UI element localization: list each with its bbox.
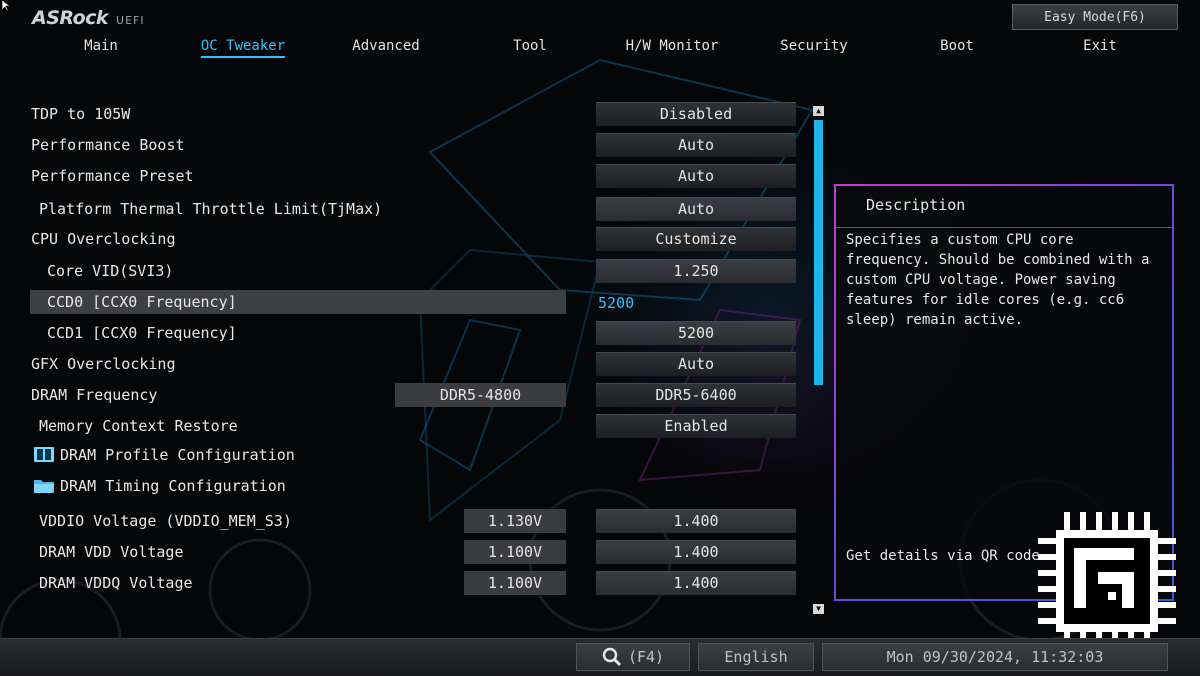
description-line: frequency. Should be combined with a [846, 252, 1150, 268]
setting-label: Performance Preset [31, 167, 194, 185]
search-shortcut: (F4) [627, 648, 665, 666]
setting-value[interactable]: 1.250 [596, 259, 796, 283]
setting-label: Core VID(SVI3) [47, 262, 174, 280]
setting-value[interactable]: Auto [596, 164, 796, 188]
setting-ccd0-frequency[interactable]: CCD0 [CCX0 Frequency] 5200 [0, 290, 810, 316]
setting-value[interactable]: DDR5-6400 [596, 383, 796, 407]
settings-scrollbar[interactable]: ▲ ▼ [813, 106, 824, 614]
qr-code-chip-icon [1038, 512, 1176, 650]
setting-dram-frequency[interactable]: DRAM Frequency DDR5-4800 DDR5-6400 [0, 383, 810, 409]
folder-icon [34, 480, 54, 493]
setting-value[interactable]: Auto [596, 133, 796, 157]
brand-name: ASRock [32, 7, 109, 29]
setting-tdp-105w[interactable]: TDP to 105W Disabled [0, 102, 810, 128]
current-value: 1.100V [464, 571, 566, 595]
setting-value[interactable]: Enabled [596, 414, 796, 438]
tab-exit[interactable]: Exit [1083, 38, 1117, 54]
qr-code-hint: Get details via QR code. [846, 548, 1049, 564]
tab-boot[interactable]: Boot [940, 38, 974, 54]
setting-value[interactable]: 1.400 [596, 571, 796, 595]
setting-cpu-overclocking[interactable]: CPU Overclocking Customize [0, 227, 810, 253]
current-value: 1.130V [464, 509, 566, 533]
setting-value[interactable]: 1.400 [596, 540, 796, 564]
tab-tool[interactable]: Tool [513, 38, 547, 54]
current-value: 1.100V [464, 540, 566, 564]
setting-vddio-voltage[interactable]: VDDIO Voltage (VDDIO_MEM_S3) 1.130V 1.40… [0, 509, 810, 535]
setting-label: TDP to 105W [31, 105, 131, 123]
setting-performance-boost[interactable]: Performance Boost Auto [0, 133, 810, 159]
setting-thermal-throttle-limit[interactable]: Platform Thermal Throttle Limit(TjMax) A… [0, 197, 810, 223]
setting-label: DRAM Frequency [31, 386, 158, 404]
setting-value[interactable]: Customize [596, 227, 796, 251]
setting-value[interactable]: Disabled [596, 102, 796, 126]
description-line: custom CPU voltage. Power saving [846, 272, 1116, 288]
setting-label: DRAM VDDQ Voltage [39, 574, 193, 592]
setting-label: DRAM Profile Configuration [60, 446, 295, 464]
setting-core-vid[interactable]: Core VID(SVI3) 1.250 [0, 259, 810, 285]
setting-value[interactable]: Auto [596, 197, 796, 221]
scroll-up-arrow-icon[interactable]: ▲ [813, 106, 824, 116]
description-line: features for idle cores (e.g. cc6 [846, 292, 1125, 308]
setting-label: DRAM Timing Configuration [60, 477, 286, 495]
setting-label: CCD1 [CCX0 Frequency] [47, 324, 237, 342]
setting-memory-context-restore[interactable]: Memory Context Restore Enabled [0, 414, 810, 440]
tab-main[interactable]: Main [84, 38, 118, 54]
easy-mode-button[interactable]: Easy Mode(F6) [1012, 4, 1178, 30]
search-icon [602, 647, 621, 667]
setting-dram-vddq-voltage[interactable]: DRAM VDDQ Voltage 1.100V 1.400 [0, 571, 810, 597]
tab-hw-monitor[interactable]: H/W Monitor [626, 38, 719, 54]
setting-label: GFX Overclocking [31, 355, 176, 373]
setting-value[interactable]: 1.400 [596, 509, 796, 533]
setting-dram-vdd-voltage[interactable]: DRAM VDD Voltage 1.100V 1.400 [0, 540, 810, 566]
tab-oc-tweaker[interactable]: OC Tweaker [200, 38, 286, 58]
setting-label: Platform Thermal Throttle Limit(TjMax) [39, 200, 383, 218]
description-body: Specifies a custom CPU core frequency. S… [846, 230, 1164, 330]
footer-bar: (F4) English Mon 09/30/2024, 11:32:03 [0, 638, 1200, 676]
scrollbar-thumb[interactable] [814, 120, 823, 385]
language-button[interactable]: English [698, 643, 814, 671]
setting-gfx-overclocking[interactable]: GFX Overclocking Auto [0, 352, 810, 378]
setting-value-input[interactable]: 5200 [598, 292, 798, 316]
setting-performance-preset[interactable]: Performance Preset Auto [0, 164, 810, 190]
submenu-dram-timing-configuration[interactable]: DRAM Timing Configuration [0, 474, 810, 500]
setting-label: VDDIO Voltage (VDDIO_MEM_S3) [39, 512, 292, 530]
datetime-display: Mon 09/30/2024, 11:32:03 [822, 643, 1168, 671]
asrock-logo: ASRock UEFI [32, 7, 145, 29]
book-icon [34, 447, 54, 462]
tab-advanced[interactable]: Advanced [352, 38, 419, 54]
tab-security[interactable]: Security [780, 38, 847, 54]
description-divider [836, 227, 1172, 228]
description-title: Description [866, 196, 966, 214]
setting-value[interactable]: Auto [596, 352, 796, 376]
scroll-down-arrow-icon[interactable]: ▼ [813, 604, 824, 614]
mouse-cursor-icon [2, 0, 10, 12]
main-menu: Main OC Tweaker Advanced Tool H/W Monito… [0, 38, 1200, 60]
uefi-label: UEFI [116, 13, 145, 27]
setting-ccd1-frequency[interactable]: CCD1 [CCX0 Frequency] 5200 [0, 321, 810, 347]
description-line: sleep) remain active. [846, 312, 1024, 328]
setting-label: DRAM VDD Voltage [39, 543, 184, 561]
setting-value[interactable]: 5200 [596, 321, 796, 345]
search-button[interactable]: (F4) [576, 643, 690, 671]
submenu-dram-profile-configuration[interactable]: DRAM Profile Configuration [0, 443, 810, 469]
description-line: Specifies a custom CPU core [846, 232, 1074, 248]
setting-label: CPU Overclocking [31, 230, 176, 248]
setting-label: Memory Context Restore [39, 417, 238, 435]
setting-label: CCD0 [CCX0 Frequency] [47, 293, 237, 311]
setting-label: Performance Boost [31, 136, 185, 154]
current-value: DDR5-4800 [395, 383, 566, 407]
